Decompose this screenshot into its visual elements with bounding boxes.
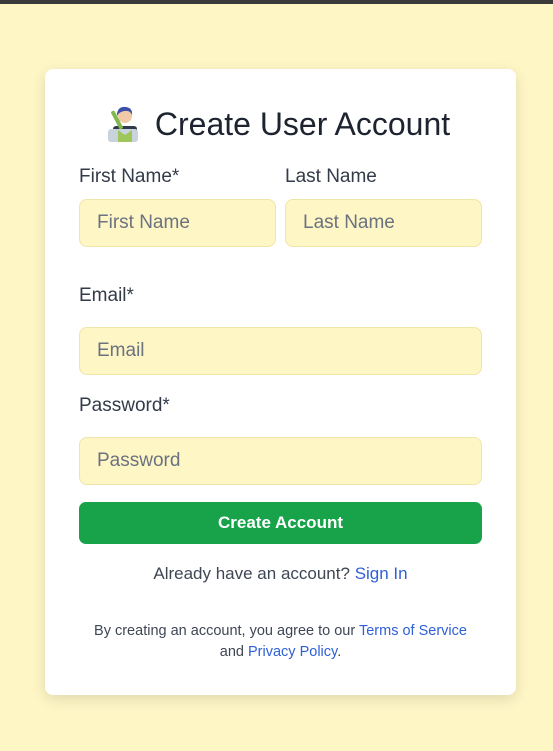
first-name-input[interactable] — [97, 212, 275, 234]
signin-row: Already have an account? Sign In — [45, 564, 516, 584]
last-name-field[interactable] — [285, 199, 482, 247]
terms-notice: By creating an account, you agree to our… — [75, 621, 486, 663]
user-avatar-icon — [107, 106, 138, 142]
signup-card: Create User Account First Name* Last Nam… — [45, 69, 516, 695]
email-label: Email* — [79, 285, 134, 306]
signin-prompt: Already have an account? — [153, 564, 350, 583]
page-title: Create User Account — [154, 105, 451, 142]
terms-prefix: By creating an account, you agree to our — [94, 623, 356, 639]
signin-link[interactable]: Sign In — [355, 564, 408, 583]
title-row: Create User Account — [45, 103, 516, 145]
password-label: Password* — [79, 395, 170, 416]
privacy-policy-link[interactable]: Privacy Policy — [248, 644, 337, 660]
email-field[interactable] — [79, 327, 482, 375]
last-name-input[interactable] — [303, 212, 481, 234]
create-account-button[interactable]: Create Account — [79, 502, 482, 544]
password-field[interactable] — [79, 437, 482, 485]
terms-and: and — [219, 644, 244, 660]
first-name-field[interactable] — [79, 199, 276, 247]
terms-of-service-link[interactable]: Terms of Service — [359, 623, 467, 639]
email-input[interactable] — [97, 340, 481, 362]
password-input[interactable] — [97, 450, 481, 472]
terms-suffix: . — [337, 644, 342, 660]
last-name-label: Last Name — [285, 166, 377, 187]
first-name-label: First Name* — [79, 166, 180, 187]
top-border — [0, 0, 553, 4]
